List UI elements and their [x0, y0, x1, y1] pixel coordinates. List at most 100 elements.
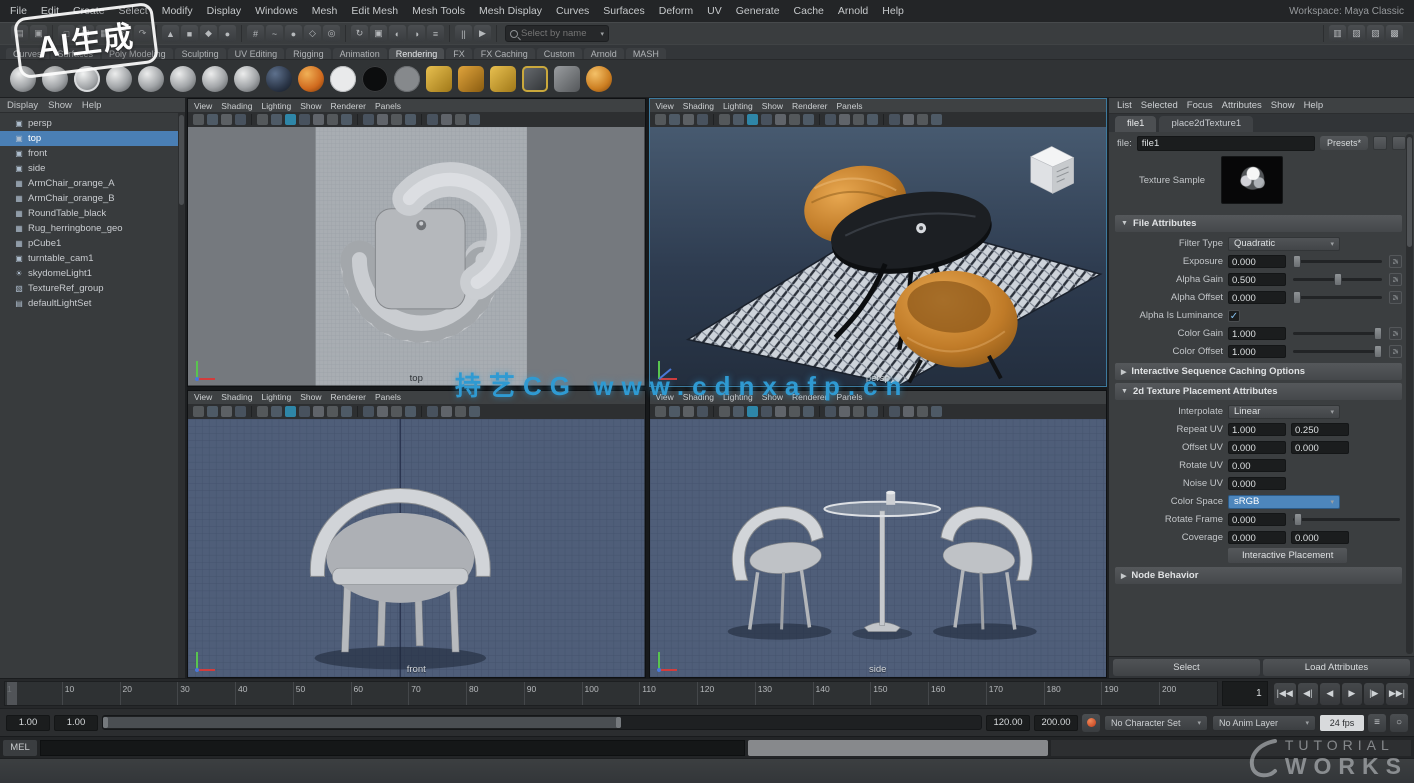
panel-menu-panels[interactable]: Panels	[375, 101, 401, 111]
use-all-lights-icon[interactable]	[299, 114, 310, 125]
viewport-side[interactable]: ViewShadingLightingShowRendererPanels	[649, 390, 1108, 679]
panel-menu-show[interactable]: Show	[762, 101, 783, 111]
menu-surfaces[interactable]: Surfaces	[603, 5, 644, 17]
timeline-tick-90[interactable]: 90	[524, 682, 582, 705]
xray-active-components-icon[interactable]	[903, 406, 914, 417]
use-all-lights-icon[interactable]	[761, 406, 772, 417]
panel-menu-lighting[interactable]: Lighting	[261, 392, 291, 402]
shelf-tab-sculpting[interactable]: Sculpting	[175, 48, 226, 59]
gamma-icon[interactable]	[931, 114, 942, 125]
playback-options-icon[interactable]: ≡	[1368, 714, 1386, 732]
image-plane-icon[interactable]	[235, 114, 246, 125]
shelf-tab-fx-caching[interactable]: FX Caching	[474, 48, 535, 59]
isolate-select-icon[interactable]	[363, 114, 374, 125]
lock-camera-icon[interactable]	[193, 406, 204, 417]
noise-texture-icon[interactable]	[490, 66, 516, 92]
repeat-uv-field-2[interactable]: 0.250	[1291, 423, 1349, 436]
load-attributes-button[interactable]: Load Attributes	[1263, 659, 1410, 676]
offset-uv-field-2[interactable]: 0.000	[1291, 441, 1349, 454]
alpha-is-luminance-checkbox[interactable]: ✓	[1228, 310, 1240, 322]
outliner-menu-help[interactable]: Help	[82, 100, 102, 111]
menu-mesh[interactable]: Mesh	[312, 5, 338, 17]
panel-menu-shading[interactable]: Shading	[221, 101, 252, 111]
camera-attributes-icon[interactable]	[669, 406, 680, 417]
panel-menu-renderer[interactable]: Renderer	[792, 101, 827, 111]
xray-active-components-icon[interactable]	[441, 406, 452, 417]
attribute-editor-toggle-icon[interactable]: ▥	[1329, 25, 1346, 42]
step-back-frame-button[interactable]: ◀|	[1298, 683, 1318, 705]
noise-uv-field[interactable]: 0.000	[1228, 477, 1286, 490]
slider-handle[interactable]	[1374, 345, 1382, 358]
timeline-tick-70[interactable]: 70	[408, 682, 466, 705]
ocean-shader-icon[interactable]	[266, 66, 292, 92]
file-texture-icon[interactable]	[426, 66, 452, 92]
image-plane-icon[interactable]	[697, 406, 708, 417]
save-scene-icon[interactable]: ▦	[96, 25, 113, 42]
shelf-tab-rigging[interactable]: Rigging	[286, 48, 331, 59]
outliner-item-top[interactable]: ▣top	[0, 131, 185, 146]
field-chart-icon[interactable]	[839, 406, 850, 417]
menu-help[interactable]: Help	[882, 5, 904, 17]
resolution-gate-icon[interactable]	[391, 406, 402, 417]
current-time-indicator[interactable]	[7, 682, 17, 705]
snap-to-grid-icon[interactable]: #	[247, 25, 264, 42]
coverage-field-1[interactable]: 0.000	[1228, 531, 1286, 544]
outliner-item-rug-herringbone-geo[interactable]: ▦Rug_herringbone_geo	[0, 221, 185, 236]
timeline-tick-20[interactable]: 20	[120, 682, 178, 705]
attribute-editor-scrollbar[interactable]	[1406, 134, 1413, 654]
menu-select[interactable]: Select	[119, 5, 148, 17]
xray-active-components-icon[interactable]	[441, 114, 452, 125]
attribute-editor-menu-help[interactable]: Help	[1304, 100, 1324, 111]
menu-curves[interactable]: Curves	[556, 5, 589, 17]
viewport-front-canvas[interactable]: front	[188, 419, 645, 678]
show-hide-icon[interactable]	[1373, 136, 1387, 150]
outliner-item-side[interactable]: ▣side	[0, 161, 185, 176]
timeline-tick-120[interactable]: 120	[697, 682, 755, 705]
shelf-tab-uv-editing[interactable]: UV Editing	[228, 48, 285, 59]
select-mask-hierarchy-icon[interactable]: ▲	[162, 25, 179, 42]
render-settings-icon[interactable]: ≡	[427, 25, 444, 42]
use-all-lights-icon[interactable]	[761, 114, 772, 125]
range-end-handle[interactable]	[616, 717, 621, 728]
outliner-item-persp[interactable]: ▣persp	[0, 116, 185, 131]
wireframe-icon[interactable]	[257, 406, 268, 417]
select-by-name-input[interactable]	[521, 28, 597, 39]
shelf-tab-fx[interactable]: FX	[446, 48, 472, 59]
alpha-offset-slider[interactable]	[1293, 296, 1382, 299]
playback-end-field[interactable]: 120.00	[986, 715, 1030, 731]
flat-shader-icon[interactable]	[394, 66, 420, 92]
panel-menu-renderer[interactable]: Renderer	[792, 392, 827, 402]
use-background-icon[interactable]	[362, 66, 388, 92]
go-to-start-button[interactable]: |◀◀	[1274, 683, 1296, 705]
outliner-item-skydomelight1[interactable]: ☀skydomeLight1	[0, 266, 185, 281]
attribute-editor-menu-attributes[interactable]: Attributes	[1222, 100, 1262, 111]
panel-menu-view[interactable]: View	[656, 101, 674, 111]
animation-preferences-icon[interactable]: ○	[1390, 714, 1408, 732]
xray-icon[interactable]	[889, 114, 900, 125]
timeline-tick-130[interactable]: 130	[755, 682, 813, 705]
resolution-gate-icon[interactable]	[853, 114, 864, 125]
viewport-persp[interactable]: ViewShadingLightingShowRendererPanels	[649, 98, 1108, 387]
menu-edit[interactable]: Edit	[41, 5, 59, 17]
menu-create[interactable]: Create	[73, 5, 105, 17]
texture-map-button[interactable]	[1389, 255, 1402, 268]
use-all-lights-icon[interactable]	[299, 406, 310, 417]
timeline-tick-200[interactable]: 200	[1159, 682, 1217, 705]
layered-shader-icon[interactable]	[202, 66, 228, 92]
slider-handle[interactable]	[1294, 513, 1302, 526]
character-set-menu[interactable]: No Character Set ▾	[1104, 715, 1208, 731]
menu-cache[interactable]: Cache	[794, 5, 824, 17]
gate-mask-icon[interactable]	[867, 114, 878, 125]
field-chart-icon[interactable]	[839, 114, 850, 125]
menu-mesh-tools[interactable]: Mesh Tools	[412, 5, 465, 17]
menu-uv[interactable]: UV	[707, 5, 722, 17]
screen-space-ao-icon[interactable]	[789, 406, 800, 417]
play-forwards-button[interactable]: ▶	[1342, 683, 1362, 705]
motion-blur-icon[interactable]	[341, 114, 352, 125]
modeling-toolkit-toggle-icon[interactable]: ▩	[1386, 25, 1403, 42]
menu-file[interactable]: File	[10, 5, 27, 17]
motion-blur-icon[interactable]	[803, 114, 814, 125]
attribute-editor-menu-show[interactable]: Show	[1271, 100, 1295, 111]
current-frame-field[interactable]: 1	[1222, 681, 1268, 706]
ramp-shader-icon[interactable]	[234, 66, 260, 92]
